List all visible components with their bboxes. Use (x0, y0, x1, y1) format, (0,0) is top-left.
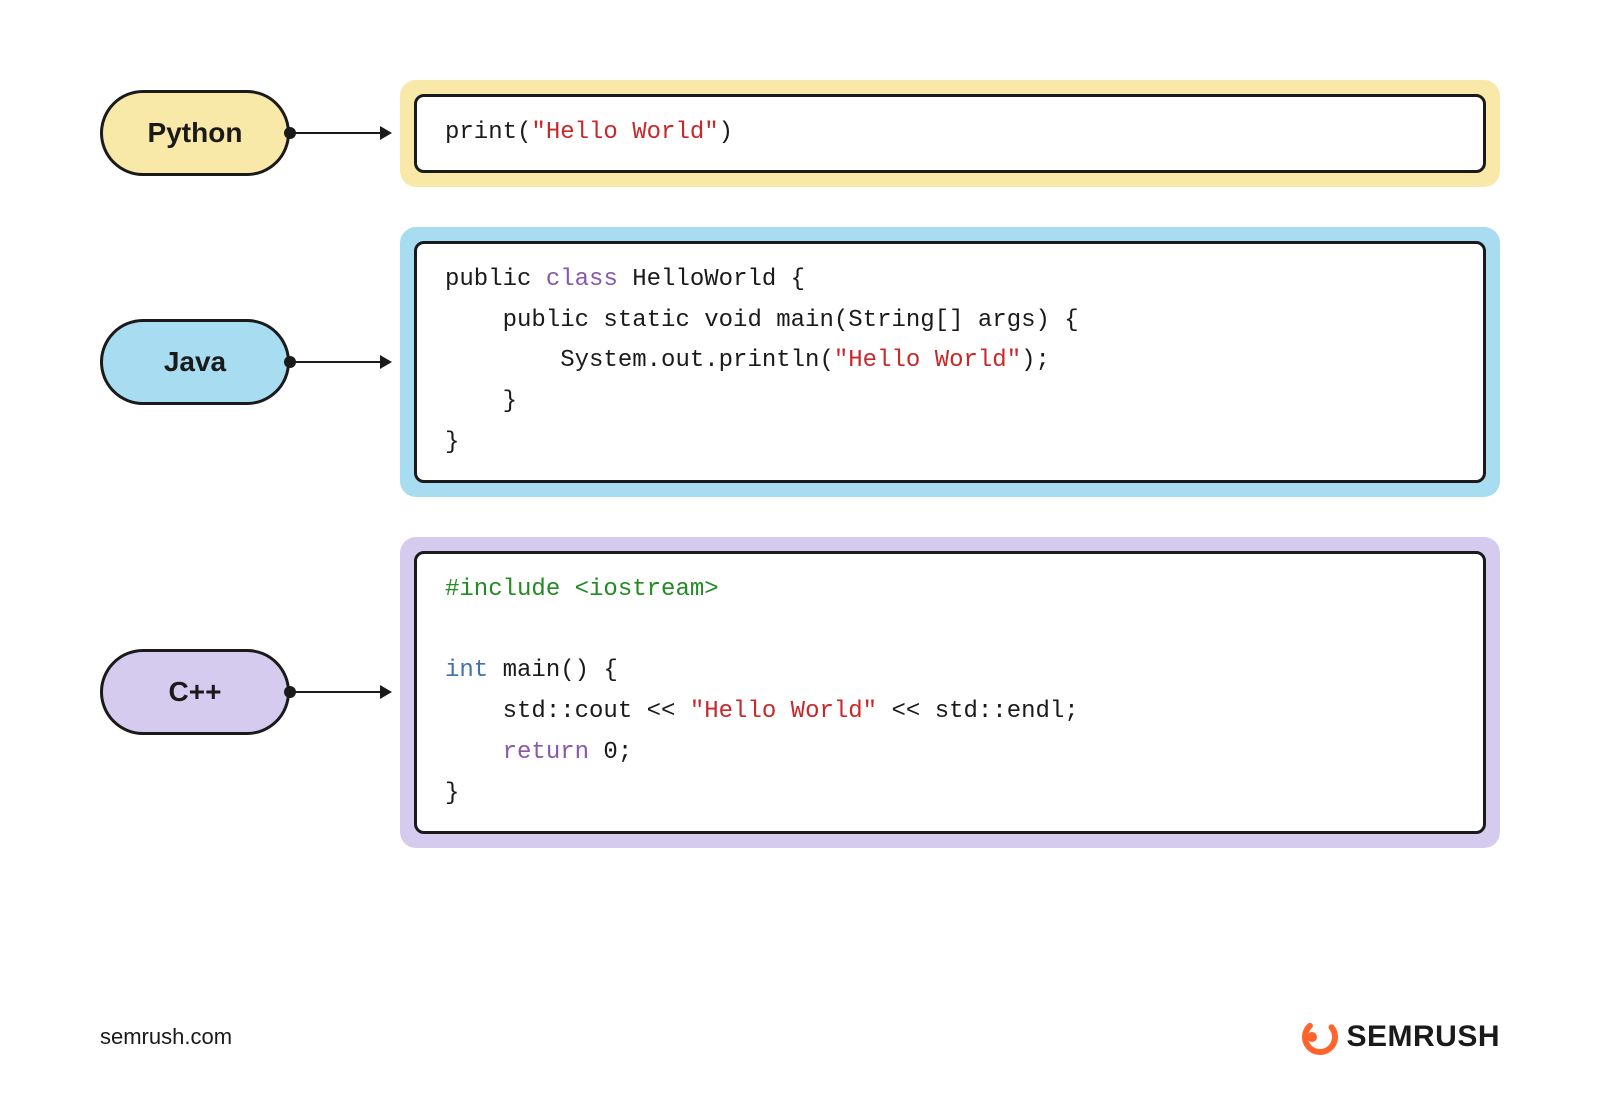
language-pill-cplusplus: C++ (100, 649, 290, 735)
code-line: public class HelloWorld { (445, 260, 1455, 301)
arrow-icon (290, 361, 390, 363)
code-line (445, 611, 1455, 652)
code-block: print("Hello World") (414, 94, 1486, 173)
arrow-icon (290, 691, 390, 693)
diagram-container: Pythonprint("Hello World")Javapublic cla… (100, 80, 1500, 848)
code-line: } (445, 382, 1455, 423)
code-token: ) (719, 119, 733, 146)
code-line: } (445, 423, 1455, 464)
code-token: "Hello World" (690, 698, 877, 725)
brand-name: SEMRUSH (1346, 1020, 1500, 1054)
language-row: C++ #include <iostream> int main() { std:… (100, 537, 1500, 848)
code-line: return 0; (445, 733, 1455, 774)
code-line: std::cout << "Hello World" << std::endl; (445, 692, 1455, 733)
semrush-icon (1298, 1017, 1338, 1057)
code-token: 0; (589, 739, 632, 766)
language-row: Java public class HelloWorld { public sta… (100, 227, 1500, 497)
code-token: main() { (488, 657, 618, 684)
code-line: } (445, 774, 1455, 815)
code-token: std::cout << (445, 698, 690, 725)
code-token: } (445, 780, 459, 807)
arrow-icon (290, 132, 390, 134)
code-line: print("Hello World") (445, 113, 1455, 154)
code-block-container: public class HelloWorld { public static … (400, 227, 1500, 497)
code-token: "Hello World" (531, 119, 718, 146)
code-token: } (445, 429, 459, 456)
code-token: << std::endl; (877, 698, 1079, 725)
code-token: "Hello World" (834, 347, 1021, 374)
code-token: public static void main(String[] args) { (445, 307, 1079, 334)
code-token: #include <iostream> (445, 576, 719, 603)
code-token: HelloWorld { (618, 266, 805, 293)
code-line: int main() { (445, 651, 1455, 692)
code-block: #include <iostream> int main() { std::co… (414, 551, 1486, 834)
footer: semrush.com SEMRUSH (100, 1017, 1500, 1057)
language-pill-python: Python (100, 90, 290, 176)
code-token: class (546, 266, 618, 293)
code-line: #include <iostream> (445, 570, 1455, 611)
code-token: public (445, 266, 546, 293)
code-block-container: #include <iostream> int main() { std::co… (400, 537, 1500, 848)
brand-logo: SEMRUSH (1298, 1017, 1500, 1057)
code-token: int (445, 657, 488, 684)
code-token: System.out.println( (445, 347, 834, 374)
code-token: ); (1021, 347, 1050, 374)
code-token: return (503, 739, 589, 766)
code-token: } (445, 388, 517, 415)
code-token: print( (445, 119, 531, 146)
code-line: System.out.println("Hello World"); (445, 341, 1455, 382)
code-line: public static void main(String[] args) { (445, 301, 1455, 342)
code-block: public class HelloWorld { public static … (414, 241, 1486, 483)
language-pill-java: Java (100, 319, 290, 405)
code-token (445, 739, 503, 766)
language-row: Python print("Hello World") (100, 80, 1500, 187)
footer-url: semrush.com (100, 1024, 232, 1050)
code-block-container: print("Hello World") (400, 80, 1500, 187)
